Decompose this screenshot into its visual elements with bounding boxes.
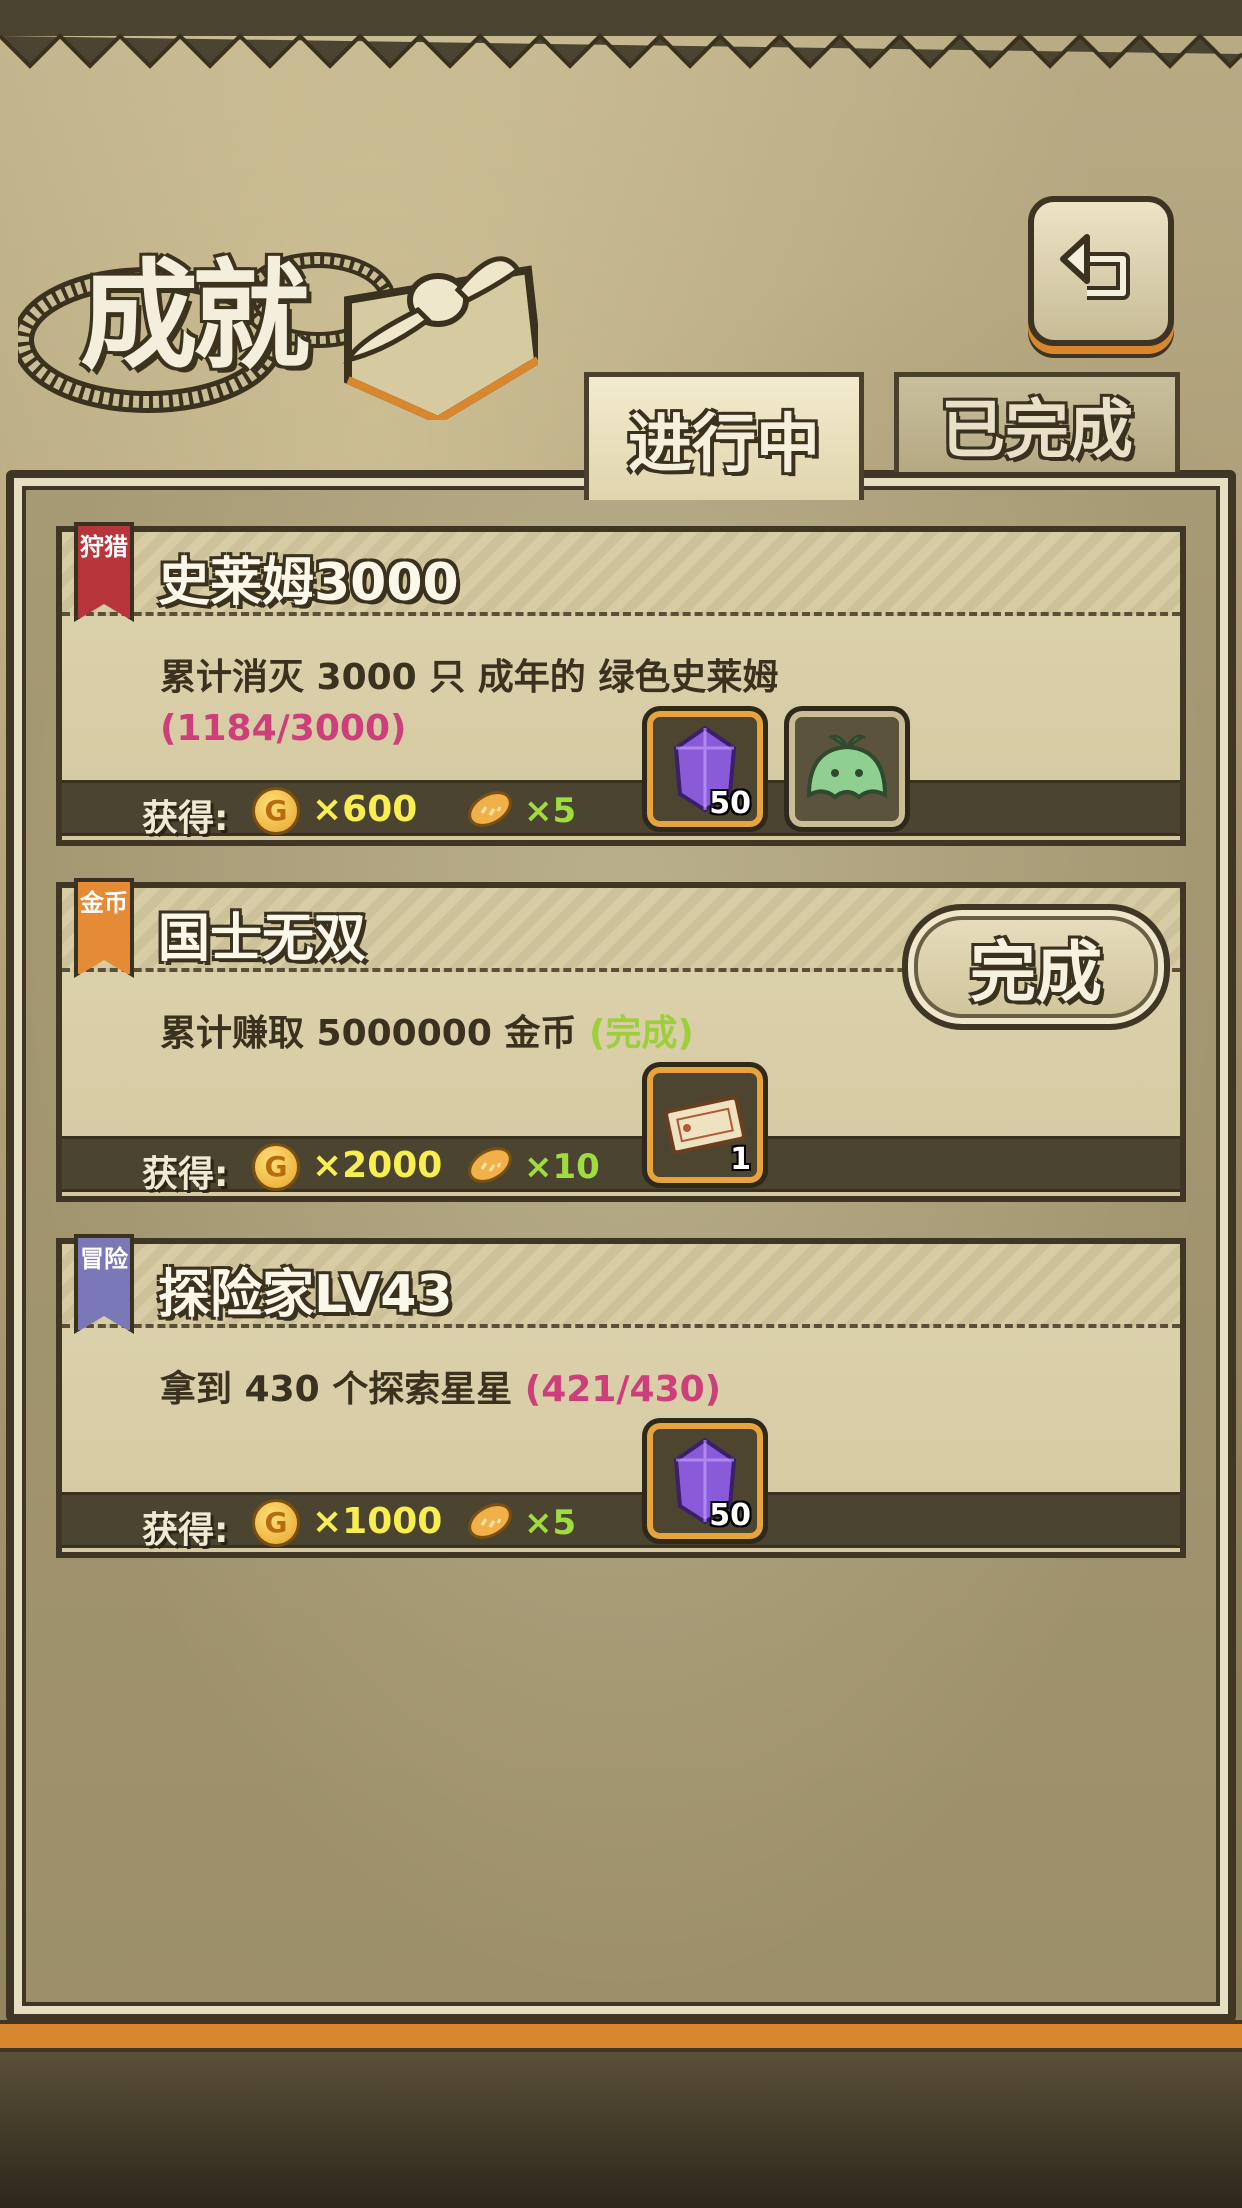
achievement-title: 国士无双	[158, 909, 367, 969]
achievement-progress: (421/430)	[524, 1369, 722, 1410]
back-button[interactable]	[1028, 196, 1174, 346]
achievement-title: 探险家LV43	[158, 1265, 453, 1325]
achievement-card: 狩猎 史莱姆3000 累计消灭 3000 只 成年的 绿色史莱姆 (1184/3…	[56, 522, 1186, 846]
panel-bottom-border	[0, 2020, 1242, 2052]
top-border-zigzag	[0, 0, 1242, 69]
bread-reward: ×10	[524, 1147, 600, 1187]
complete-button[interactable]: 完成	[902, 904, 1170, 1030]
bread-reward: ×5	[524, 791, 577, 831]
green-slime-icon	[806, 734, 888, 800]
gold-reward: ×600	[312, 789, 418, 830]
achievement-progress: (完成)	[588, 1013, 694, 1054]
bread-icon	[468, 791, 512, 827]
gold-coin-icon: G	[252, 1499, 300, 1547]
gold-reward: ×2000	[312, 1145, 443, 1186]
achievement-title: 史莱姆3000	[158, 553, 459, 613]
reward-item[interactable]: 50	[642, 706, 768, 832]
achievement-progress: (1184/3000)	[160, 708, 407, 749]
page-title: 成就	[80, 246, 310, 385]
reward-item[interactable]: 1	[642, 1062, 768, 1188]
bread-icon	[468, 1503, 512, 1539]
reward-bar: 获得: G ×2000 ×10	[62, 1136, 1180, 1195]
achievement-description: 拿到 430 个探索星星 (421/430)	[160, 1369, 722, 1410]
gold-reward: ×1000	[312, 1501, 443, 1542]
achievement-description: 累计赚取 5000000 金币 (完成)	[160, 1013, 694, 1054]
bread-reward: ×5	[524, 1503, 577, 1543]
gold-coin-icon: G	[252, 787, 300, 835]
achievement-card: 冒险 探险家LV43 拿到 430 个探索星星 (421/430) 获得: G …	[56, 1234, 1186, 1558]
reward-label: 获得:	[142, 1154, 229, 1195]
tab-completed[interactable]: 已完成	[894, 372, 1180, 472]
reward-label: 获得:	[142, 1510, 229, 1551]
tab-in-progress[interactable]: 进行中	[584, 372, 864, 500]
reward-bar: 获得: G ×600 ×5	[62, 780, 1180, 839]
item-count: 50	[709, 786, 751, 821]
footer-background	[0, 2052, 1242, 2208]
reward-label: 获得:	[142, 798, 229, 839]
bread-icon	[468, 1147, 512, 1183]
gold-coin-icon: G	[252, 1143, 300, 1191]
achievement-description: 累计消灭 3000 只 成年的 绿色史莱姆	[160, 657, 779, 698]
item-count: 50	[709, 1498, 751, 1533]
reward-item[interactable]	[784, 706, 910, 832]
reward-bar: 获得: G ×1000 ×5	[62, 1492, 1180, 1551]
item-count: 1	[730, 1142, 751, 1177]
return-arrow-icon	[1060, 234, 1130, 300]
reward-item[interactable]: 50	[642, 1418, 768, 1544]
